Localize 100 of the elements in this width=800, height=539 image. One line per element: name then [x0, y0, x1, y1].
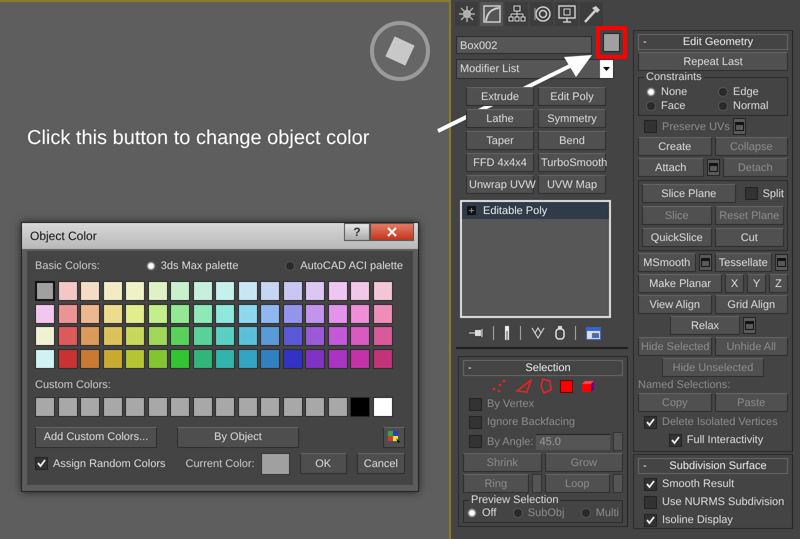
color-picker-button[interactable] — [383, 426, 405, 448]
cube-icon[interactable] — [580, 380, 594, 392]
color-swatch[interactable] — [125, 281, 145, 301]
color-swatch[interactable] — [80, 281, 100, 301]
plus-icon[interactable] — [467, 206, 476, 215]
color-swatch[interactable] — [148, 281, 168, 301]
color-swatch[interactable] — [372, 348, 392, 368]
panel-tab[interactable] — [580, 2, 603, 26]
palette-radio[interactable]: AutoCAD ACI palette — [285, 260, 403, 272]
color-swatch[interactable] — [238, 348, 258, 368]
custom-color-swatch[interactable] — [192, 396, 212, 416]
custom-color-swatch[interactable] — [58, 396, 78, 416]
color-swatch[interactable] — [35, 304, 55, 324]
axis-button[interactable]: Z — [769, 274, 788, 293]
color-swatch[interactable] — [58, 348, 78, 368]
modifier-button[interactable]: Extrude — [466, 87, 534, 106]
object-color-button[interactable] — [603, 33, 620, 52]
color-swatch[interactable] — [125, 304, 145, 324]
custom-color-swatch[interactable] — [35, 396, 55, 416]
color-swatch[interactable] — [125, 326, 145, 346]
help-button[interactable]: ? — [344, 223, 370, 241]
color-swatch[interactable] — [282, 304, 302, 324]
color-swatch[interactable] — [350, 281, 370, 301]
color-swatch[interactable] — [58, 304, 78, 324]
geometry-button[interactable]: Create — [638, 137, 712, 156]
color-swatch[interactable] — [215, 326, 235, 346]
geometry-checkbox[interactable]: Split — [738, 186, 784, 202]
modifier-button[interactable]: UVW Map — [538, 175, 606, 194]
subdivision-checkbox[interactable]: Smooth Result — [638, 476, 788, 492]
current-color-swatch[interactable] — [260, 452, 290, 474]
constraint-radio[interactable]: None — [646, 86, 712, 98]
modifier-button[interactable]: FFD 4x4x4 — [466, 153, 534, 172]
color-swatch[interactable] — [372, 281, 392, 301]
geometry-button[interactable]: Tessellate — [714, 253, 772, 272]
geometry-button[interactable]: Make Planar — [638, 274, 722, 293]
color-swatch[interactable] — [102, 326, 122, 346]
color-swatch[interactable] — [215, 281, 235, 301]
color-swatch[interactable] — [350, 304, 370, 324]
modifier-button[interactable]: TurboSmooth — [538, 153, 606, 172]
modifier-button[interactable]: Taper — [466, 131, 534, 150]
geometry-button[interactable]: Attach — [638, 158, 704, 177]
assign-random-colors-checkbox[interactable]: Assign Random Colors — [35, 457, 166, 470]
settings-button[interactable] — [743, 317, 756, 334]
geometry-checkbox[interactable]: Full Interactivity — [662, 432, 764, 448]
color-swatch[interactable] — [58, 326, 78, 346]
ok-button[interactable]: OK — [300, 453, 347, 474]
custom-color-swatch[interactable] — [125, 396, 145, 416]
preview-radio[interactable]: Off — [467, 507, 496, 519]
color-swatch[interactable] — [80, 304, 100, 324]
geometry-button[interactable]: Relax — [670, 316, 740, 335]
jar-icon[interactable] — [555, 326, 565, 340]
modifier-button[interactable]: Edit Poly — [538, 87, 606, 106]
custom-color-swatch[interactable] — [372, 396, 392, 416]
add-custom-colors-button[interactable]: Add Custom Colors... — [35, 426, 157, 448]
color-swatch[interactable] — [35, 348, 55, 368]
bar-icon[interactable] — [504, 326, 510, 340]
color-swatch[interactable] — [305, 348, 325, 368]
subdivision-checkbox[interactable]: Use NURMS Subdivision — [638, 494, 788, 510]
geometry-button[interactable]: Cut — [714, 228, 784, 247]
vertex-dots-icon[interactable] — [492, 379, 508, 393]
custom-color-swatch[interactable] — [328, 396, 348, 416]
modifier-button[interactable]: Unwrap UVW — [466, 175, 534, 194]
color-swatch[interactable] — [305, 304, 325, 324]
color-swatch[interactable] — [238, 304, 258, 324]
color-swatch[interactable] — [282, 348, 302, 368]
color-swatch[interactable] — [328, 304, 348, 324]
settings-button[interactable] — [698, 254, 712, 271]
modifier-button[interactable]: Bend — [538, 131, 606, 150]
subdivision-checkbox[interactable]: Isoline Display — [638, 512, 788, 528]
geometry-button[interactable]: Slice Plane — [642, 184, 736, 203]
color-swatch[interactable] — [170, 326, 190, 346]
color-swatch[interactable] — [170, 304, 190, 324]
color-swatch[interactable] — [102, 304, 122, 324]
color-swatch[interactable] — [350, 348, 370, 368]
color-swatch[interactable] — [282, 281, 302, 301]
color-swatch[interactable] — [148, 326, 168, 346]
custom-color-swatch[interactable] — [305, 396, 325, 416]
color-swatch[interactable] — [80, 326, 100, 346]
by-object-button[interactable]: By Object — [177, 426, 299, 448]
color-swatch[interactable] — [238, 326, 258, 346]
fork-icon[interactable] — [531, 327, 545, 339]
color-swatch[interactable] — [328, 348, 348, 368]
square-icon[interactable] — [560, 380, 572, 392]
color-swatch[interactable] — [260, 304, 280, 324]
viewcube-icon[interactable] — [369, 20, 431, 82]
color-swatch[interactable] — [148, 348, 168, 368]
custom-color-swatch[interactable] — [350, 396, 370, 416]
palette-radio[interactable]: 3ds Max palette — [146, 260, 238, 272]
color-swatch[interactable] — [305, 281, 325, 301]
custom-color-swatch[interactable] — [215, 396, 235, 416]
color-swatch[interactable] — [102, 348, 122, 368]
color-swatch[interactable] — [170, 348, 190, 368]
custom-color-swatch[interactable] — [148, 396, 168, 416]
settings-button[interactable] — [706, 159, 720, 176]
stack-item[interactable]: Editable Poly — [462, 202, 609, 219]
axis-button[interactable]: X — [725, 274, 744, 293]
rollout-header[interactable]: - Edit Geometry — [638, 34, 788, 50]
color-swatch[interactable] — [238, 281, 258, 301]
color-swatch[interactable] — [80, 348, 100, 368]
rollout-header[interactable]: - Subdivision Surface — [638, 458, 788, 474]
